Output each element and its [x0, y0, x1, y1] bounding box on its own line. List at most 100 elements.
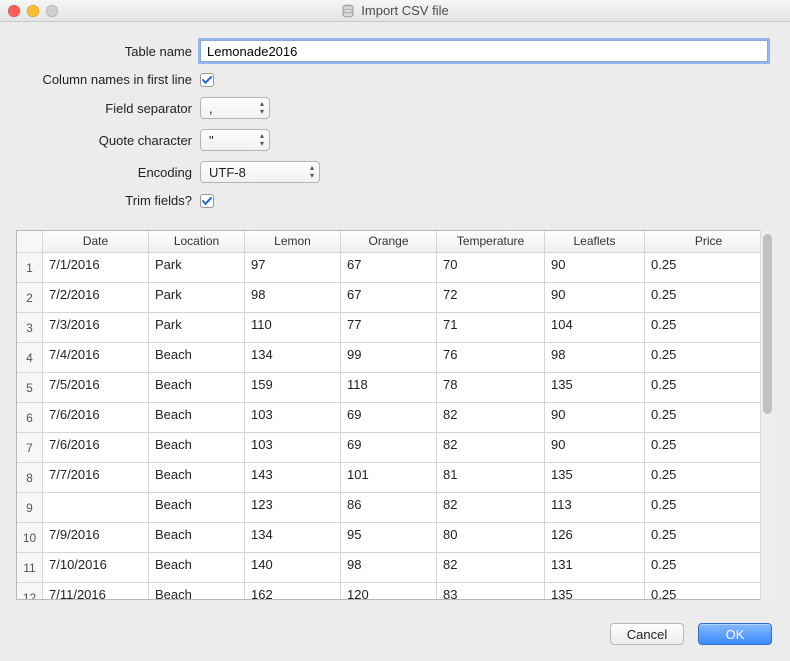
table-cell: 7/2/2016	[43, 283, 149, 312]
table-row[interactable]: 107/9/2016Beach13495801260.25	[17, 523, 773, 553]
table-row[interactable]: 17/1/2016Park976770900.25	[17, 253, 773, 283]
table-cell: 159	[245, 373, 341, 402]
table-cell: 0.25	[645, 343, 773, 372]
table-cell: 70	[437, 253, 545, 282]
row-number-cell: 11	[17, 553, 43, 582]
table-cell: 98	[245, 283, 341, 312]
vertical-scrollbar[interactable]	[760, 230, 774, 600]
table-row[interactable]: 67/6/2016Beach1036982900.25	[17, 403, 773, 433]
quote-character-select[interactable]: " ▴▾	[200, 129, 270, 151]
table-cell: 98	[341, 553, 437, 582]
trim-fields-checkbox[interactable]	[200, 194, 214, 208]
table-cell: 90	[545, 403, 645, 432]
table-name-label: Table name	[22, 44, 200, 59]
encoding-value: UTF-8	[209, 165, 246, 180]
preview-table[interactable]: Date Location Lemon Orange Temperature L…	[16, 230, 774, 600]
column-header[interactable]: Date	[43, 231, 149, 252]
table-name-input[interactable]	[200, 40, 768, 62]
table-cell: 0.25	[645, 283, 773, 312]
field-separator-label: Field separator	[22, 101, 200, 116]
table-cell: 76	[437, 343, 545, 372]
row-number-cell: 1	[17, 253, 43, 282]
table-cell: 71	[437, 313, 545, 342]
row-number-cell: 2	[17, 283, 43, 312]
table-cell: Beach	[149, 523, 245, 552]
table-cell: 135	[545, 583, 645, 599]
row-number-cell: 8	[17, 463, 43, 492]
table-cell	[43, 493, 149, 522]
column-header[interactable]: Leaflets	[545, 231, 645, 252]
table-cell: 103	[245, 403, 341, 432]
row-number-cell: 3	[17, 313, 43, 342]
table-cell: 67	[341, 283, 437, 312]
column-names-first-line-checkbox[interactable]	[200, 73, 214, 87]
table-cell: 81	[437, 463, 545, 492]
table-cell: Beach	[149, 403, 245, 432]
minimize-window-button[interactable]	[27, 5, 39, 17]
row-number-cell: 10	[17, 523, 43, 552]
ok-button[interactable]: OK	[698, 623, 772, 645]
table-cell: Beach	[149, 373, 245, 402]
table-cell: 118	[341, 373, 437, 402]
table-cell: 162	[245, 583, 341, 599]
column-header[interactable]: Lemon	[245, 231, 341, 252]
encoding-select[interactable]: UTF-8 ▴▾	[200, 161, 320, 183]
table-cell: Beach	[149, 553, 245, 582]
table-cell: 0.25	[645, 523, 773, 552]
table-cell: 7/3/2016	[43, 313, 149, 342]
window-title: Import CSV file	[361, 3, 448, 18]
table-cell: 131	[545, 553, 645, 582]
chevron-up-down-icon: ▴▾	[260, 100, 264, 116]
field-separator-select[interactable]: , ▴▾	[200, 97, 270, 119]
table-cell: Park	[149, 283, 245, 312]
table-row[interactable]: 37/3/2016Park11077711040.25	[17, 313, 773, 343]
table-cell: 0.25	[645, 553, 773, 582]
table-row[interactable]: 47/4/2016Beach1349976980.25	[17, 343, 773, 373]
table-cell: 7/11/2016	[43, 583, 149, 599]
table-cell: Beach	[149, 493, 245, 522]
table-row[interactable]: 9Beach12386821130.25	[17, 493, 773, 523]
table-cell: 0.25	[645, 403, 773, 432]
dialog-footer: Cancel OK	[0, 609, 790, 661]
table-cell: 98	[545, 343, 645, 372]
table-cell: 90	[545, 253, 645, 282]
cancel-button[interactable]: Cancel	[610, 623, 684, 645]
table-cell: Park	[149, 253, 245, 282]
row-number-header	[17, 231, 43, 252]
table-cell: 0.25	[645, 583, 773, 599]
table-cell: 134	[245, 343, 341, 372]
row-number-cell: 12	[17, 583, 43, 599]
trim-fields-label: Trim fields?	[22, 193, 200, 208]
table-cell: 0.25	[645, 493, 773, 522]
chevron-up-down-icon: ▴▾	[260, 132, 264, 148]
window-titlebar: Import CSV file	[0, 0, 790, 22]
table-cell: 97	[245, 253, 341, 282]
table-cell: 90	[545, 433, 645, 462]
table-body[interactable]: 17/1/2016Park976770900.2527/2/2016Park98…	[17, 253, 773, 599]
table-row[interactable]: 57/5/2016Beach159118781350.25	[17, 373, 773, 403]
table-row[interactable]: 127/11/2016Beach162120831350.25	[17, 583, 773, 599]
table-row[interactable]: 87/7/2016Beach143101811350.25	[17, 463, 773, 493]
zoom-window-button[interactable]	[46, 5, 58, 17]
table-row[interactable]: 27/2/2016Park986772900.25	[17, 283, 773, 313]
scrollbar-thumb[interactable]	[763, 234, 772, 414]
table-cell: 126	[545, 523, 645, 552]
column-header[interactable]: Location	[149, 231, 245, 252]
table-row[interactable]: 77/6/2016Beach1036982900.25	[17, 433, 773, 463]
table-cell: 110	[245, 313, 341, 342]
column-header[interactable]: Price	[645, 231, 773, 252]
field-separator-value: ,	[209, 101, 213, 116]
table-cell: 7/1/2016	[43, 253, 149, 282]
table-cell: 86	[341, 493, 437, 522]
row-number-cell: 4	[17, 343, 43, 372]
row-number-cell: 6	[17, 403, 43, 432]
table-cell: 0.25	[645, 433, 773, 462]
database-icon	[341, 4, 355, 18]
column-header[interactable]: Orange	[341, 231, 437, 252]
table-cell: 82	[437, 433, 545, 462]
quote-character-label: Quote character	[22, 133, 200, 148]
table-cell: Beach	[149, 463, 245, 492]
close-window-button[interactable]	[8, 5, 20, 17]
column-header[interactable]: Temperature	[437, 231, 545, 252]
table-row[interactable]: 117/10/2016Beach14098821310.25	[17, 553, 773, 583]
